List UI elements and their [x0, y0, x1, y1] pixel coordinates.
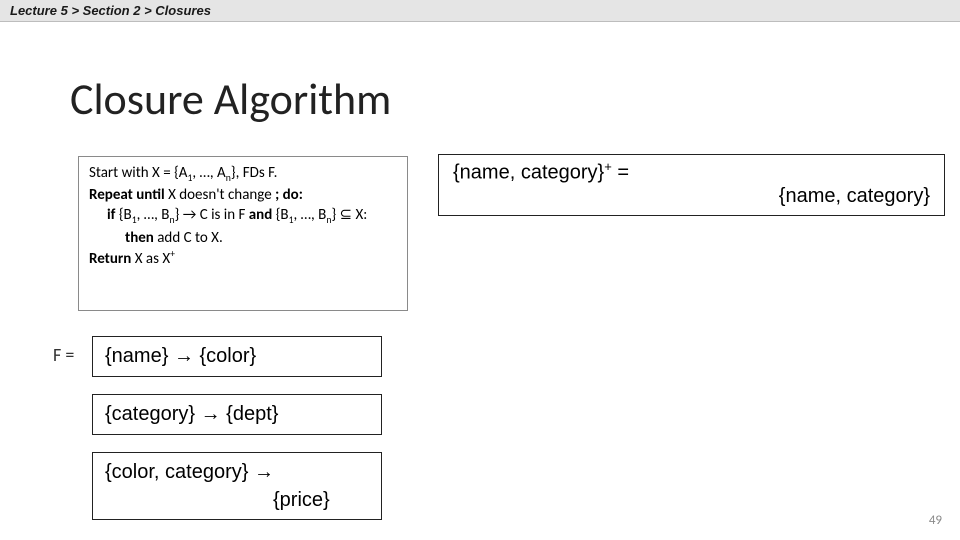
page-title: Closure Algorithm: [70, 72, 391, 126]
breadcrumb-sep: >: [71, 3, 79, 18]
fd-text: {category} → {dept}: [105, 403, 278, 425]
f-equals-label: F =: [53, 344, 74, 366]
algo-line-then: then add C to X.: [89, 228, 397, 248]
algo-line-return: Return X as X+: [89, 248, 397, 269]
slide-area: Closure Algorithm Start with X = {A1, …,…: [0, 22, 960, 538]
closure-box: {name, category}+ = {name, category}: [438, 154, 945, 216]
fd-text-rhs: {price}: [273, 489, 330, 512]
breadcrumb-part-1: Lecture 5: [10, 3, 68, 18]
fd-box-1: {name} → {color}: [92, 336, 382, 377]
algorithm-box: Start with X = {A1, …, An}, FDs F. Repea…: [78, 156, 408, 311]
fd-text: {color, category} →: [105, 461, 274, 483]
fd-text: {name} → {color}: [105, 345, 256, 367]
closure-expr: {name, category}+ =: [453, 159, 629, 185]
breadcrumb: Lecture 5 > Section 2 > Closures: [0, 0, 960, 22]
algo-line-if: if {B1, …, Bn} → C is in F and {B1, …, B…: [89, 205, 397, 227]
page-number: 49: [929, 513, 942, 528]
breadcrumb-part-2: Section 2: [83, 3, 141, 18]
fd-box-3: {color, category} → {price}: [92, 452, 382, 520]
algo-line-start: Start with X = {A1, …, An}, FDs F.: [89, 163, 397, 185]
fd-box-2: {category} → {dept}: [92, 394, 382, 435]
closure-result: {name, category}: [779, 185, 930, 208]
breadcrumb-part-3: Closures: [155, 3, 211, 18]
breadcrumb-sep: >: [144, 3, 152, 18]
algo-line-repeat: Repeat until X doesn't change ; do:: [89, 185, 397, 205]
